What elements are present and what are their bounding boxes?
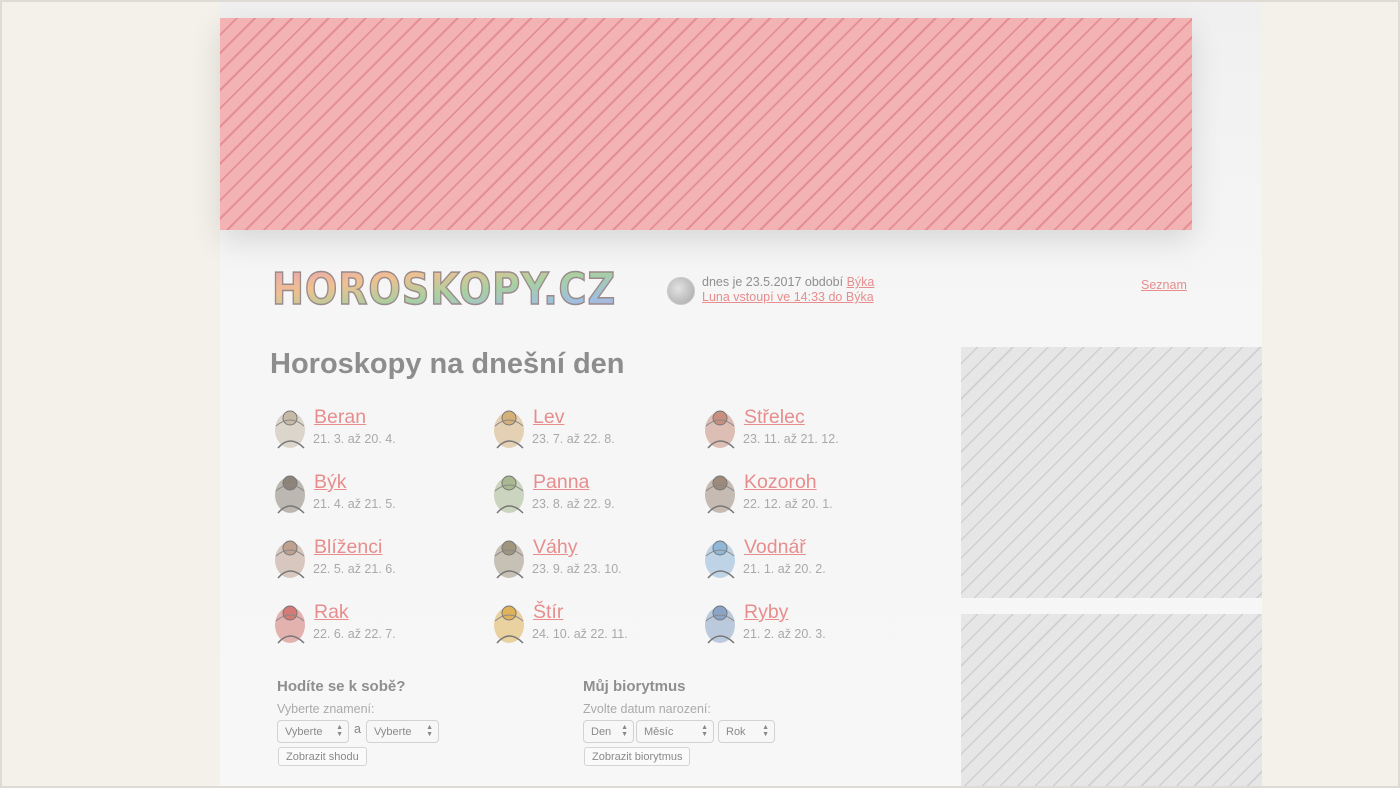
zodiac-sign-5[interactable]: Panna 23. 8. až 22. 9. [489,469,689,523]
month-select[interactable]: Měsíc ▲ ▼ [636,720,714,743]
lion-icon[interactable] [489,404,533,454]
bull-icon[interactable] [270,469,314,519]
zodiac-sign-12[interactable]: Ryby 21. 2. až 20. 3. [700,599,900,653]
sign-select-2-value: Vyberte [374,726,412,738]
zodiac-sign-dates: 22. 6. až 22. 7. [313,627,396,641]
day-select[interactable]: Den ▲ ▼ [583,720,634,743]
zodiac-sign-6[interactable]: Kozoroh 22. 12. až 20. 1. [700,469,900,523]
zodiac-sign-dates: 23. 7. až 22. 8. [532,432,615,446]
zodiac-sign-name[interactable]: Kozoroh [744,471,817,494]
zodiac-sign-2[interactable]: Lev 23. 7. až 22. 8. [489,404,689,458]
crab-icon[interactable] [270,599,314,649]
zodiac-sign-9[interactable]: Vodnář 21. 1. až 20. 2. [700,534,900,588]
logo-text: HOROSKOPY.CZ [272,264,616,314]
sign-select-2[interactable]: Vyberte ▲ ▼ [366,720,439,743]
select-arrows-icon: ▲ ▼ [701,724,708,738]
day-select-value: Den [591,726,612,738]
zodiac-sign-name[interactable]: Štír [533,601,563,624]
zodiac-sign-name[interactable]: Vodnář [744,536,806,559]
zodiac-sign-10[interactable]: Rak 22. 6. až 22. 7. [270,599,470,653]
zodiac-sign-dates: 23. 9. až 23. 10. [532,562,622,576]
show-biorhythm-button[interactable]: Zobrazit biorytmus [584,747,691,766]
zodiac-sign-name[interactable]: Váhy [533,536,577,559]
zodiac-sign-dates: 22. 5. až 21. 6. [313,562,396,576]
side-ad-2[interactable] [961,614,1262,788]
select-arrows-icon: ▲ ▼ [336,724,343,738]
sign-select-1-value: Vyberte [285,726,323,738]
water-jug-icon[interactable] [700,534,744,584]
zodiac-sign-dates: 24. 10. až 22. 11. [532,627,628,641]
select-arrows-icon: ▲ ▼ [762,724,769,738]
sign-select-1[interactable]: Vyberte ▲ ▼ [277,720,349,743]
biorhythm-title: Můj biorytmus [583,678,686,695]
zodiac-sign-3[interactable]: Střelec 23. 11. až 21. 12. [700,404,900,458]
fish-icon[interactable] [700,599,744,649]
today-text: dnes je 23.5.2017 období [702,275,847,289]
zodiac-sign-name[interactable]: Beran [314,406,366,429]
twins-icon[interactable] [270,534,314,584]
zodiac-sign-dates: 21. 1. až 20. 2. [743,562,826,576]
show-match-button[interactable]: Zobrazit shodu [278,747,367,766]
today-sign-link[interactable]: Býka [847,275,875,289]
site-logo[interactable]: HOROSKOPY.CZ [270,262,620,314]
zodiac-sign-name[interactable]: Panna [533,471,589,494]
zodiac-sign-11[interactable]: Štír 24. 10. až 22. 11. [489,599,689,653]
month-select-value: Měsíc [644,726,674,738]
zodiac-sign-4[interactable]: Býk 21. 4. až 21. 5. [270,469,470,523]
zodiac-sign-dates: 21. 3. až 20. 4. [313,432,396,446]
scorpion-icon[interactable] [489,599,533,649]
today-info: dnes je 23.5.2017 období Býka Luna vstou… [702,275,874,305]
zodiac-sign-dates: 23. 8. až 22. 9. [532,497,615,511]
compat-box: Hodíte se k sobě? Vyberte znamení: Vyber… [277,678,557,773]
compat-label: Vyberte znamení: [277,702,375,716]
biorhythm-label: Zvolte datum narození: [583,702,711,716]
select-arrows-icon: ▲ ▼ [621,724,628,738]
zodiac-sign-dates: 21. 2. až 20. 3. [743,627,826,641]
zodiac-sign-dates: 23. 11. až 21. 12. [743,432,839,446]
zodiac-sign-name[interactable]: Býk [314,471,347,494]
side-ad-1[interactable] [961,347,1262,598]
seznam-link[interactable]: Seznam [1141,278,1187,292]
zodiac-sign-dates: 22. 12. až 20. 1. [743,497,833,511]
moon-phase-icon [667,277,695,305]
select-arrows-icon: ▲ ▼ [426,724,433,738]
virgin-icon[interactable] [489,469,533,519]
moon-link[interactable]: Luna vstoupí ve 14:33 do Býka [702,290,874,304]
biorhythm-box: Můj biorytmus Zvolte datum narození: Den… [583,678,863,773]
compat-title: Hodíte se k sobě? [277,678,406,695]
zodiac-sign-name[interactable]: Blíženci [314,536,382,559]
zodiac-sign-name[interactable]: Střelec [744,406,805,429]
bow-arrow-icon[interactable] [700,404,744,454]
ram-icon[interactable] [270,404,314,454]
zodiac-sign-8[interactable]: Váhy 23. 9. až 23. 10. [489,534,689,588]
zodiac-sign-1[interactable]: Beran 21. 3. až 20. 4. [270,404,470,458]
zodiac-sign-7[interactable]: Blíženci 22. 5. až 21. 6. [270,534,470,588]
year-select[interactable]: Rok ▲ ▼ [718,720,775,743]
zodiac-sign-dates: 21. 4. až 21. 5. [313,497,396,511]
page-title: Horoskopy na dnešní den [270,348,625,380]
top-ad-banner[interactable] [220,18,1192,230]
year-select-value: Rok [726,726,746,738]
zodiac-sign-name[interactable]: Ryby [744,601,788,624]
goat-icon[interactable] [700,469,744,519]
zodiac-sign-name[interactable]: Lev [533,406,564,429]
zodiac-sign-name[interactable]: Rak [314,601,349,624]
scales-icon[interactable] [489,534,533,584]
and-label: a [354,722,361,736]
